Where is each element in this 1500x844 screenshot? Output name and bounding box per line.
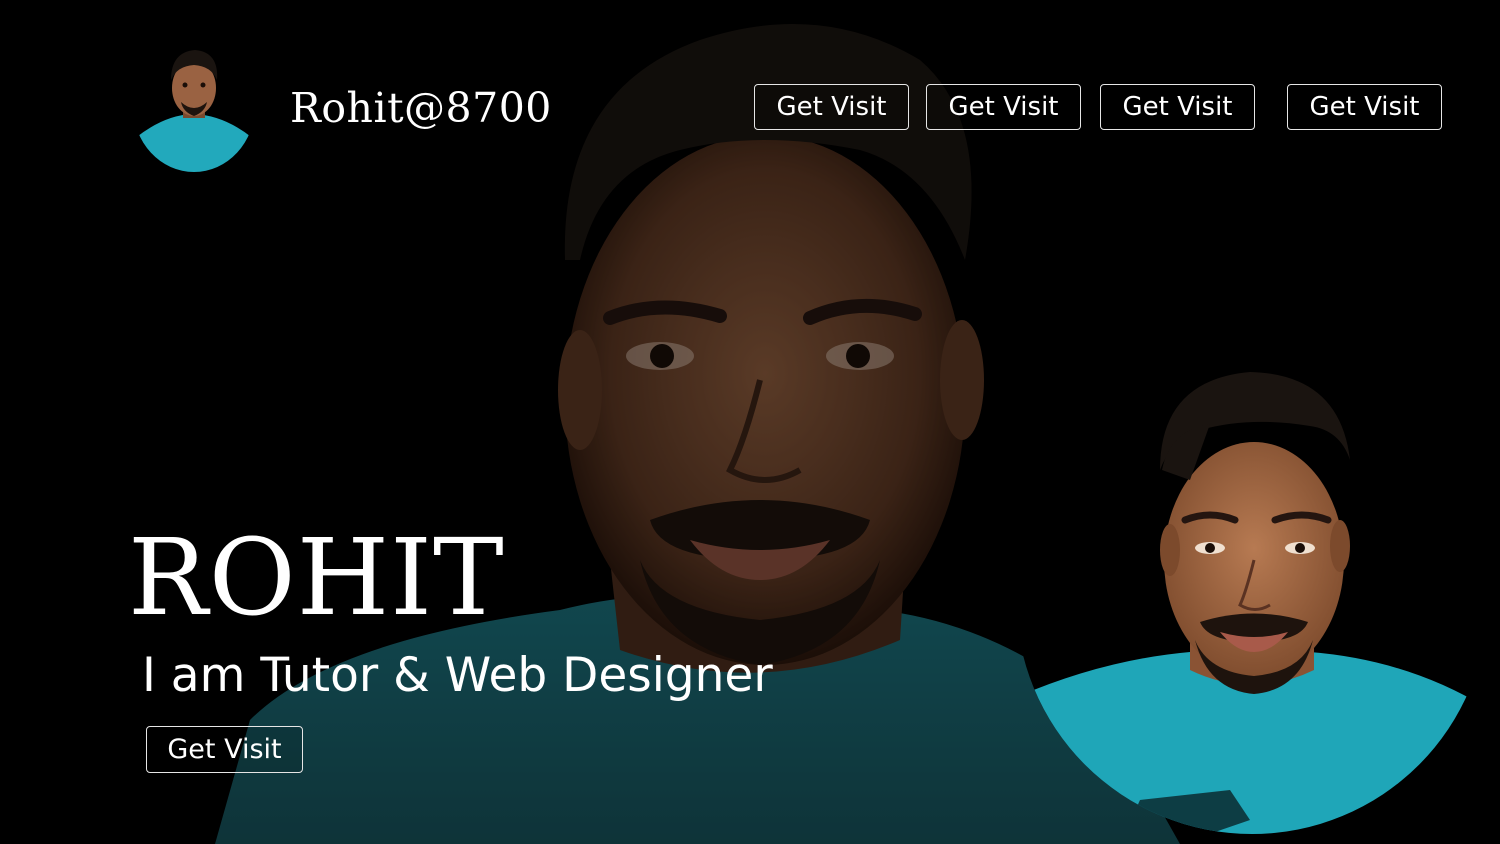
profile-avatar	[133, 40, 255, 172]
nav-get-visit-button-1[interactable]: Get Visit	[754, 84, 909, 130]
hero-name-heading: ROHIT	[128, 516, 505, 639]
nav-get-visit-button-3[interactable]: Get Visit	[1100, 84, 1255, 130]
nav-get-visit-button-2[interactable]: Get Visit	[926, 84, 1081, 130]
site-title: Rohit@8700	[290, 84, 552, 132]
hero-tagline: I am Tutor & Web Designer	[142, 648, 773, 703]
nav-get-visit-button-4[interactable]: Get Visit	[1287, 84, 1442, 130]
hero-get-visit-button[interactable]: Get Visit	[146, 726, 303, 773]
hero-portrait-photo	[1010, 360, 1490, 844]
